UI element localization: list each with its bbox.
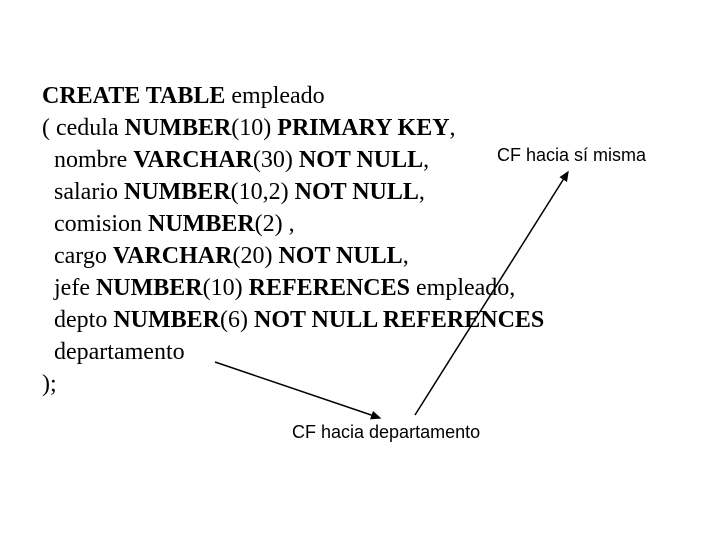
text: (30) xyxy=(253,147,299,173)
text: , xyxy=(423,147,429,173)
annotation-departamento: CF hacia departamento xyxy=(288,420,484,445)
text: , xyxy=(450,115,456,141)
text: depto xyxy=(42,307,113,333)
keyword: NOT NULL xyxy=(278,243,402,269)
text: comision xyxy=(42,211,148,237)
code-line-3: nombre VARCHAR(30) NOT NULL, xyxy=(42,147,429,173)
keyword: VARCHAR xyxy=(133,147,253,173)
text: (10,2) xyxy=(231,179,295,205)
code-line-10: ); xyxy=(42,371,57,397)
text: cargo xyxy=(42,243,113,269)
code-line-6: cargo VARCHAR(20) NOT NULL, xyxy=(42,243,409,269)
keyword: NOT NULL xyxy=(295,179,419,205)
code-line-4: salario NUMBER(10,2) NOT NULL, xyxy=(42,179,425,205)
code-line-1: CREATE TABLE empleado xyxy=(42,83,325,109)
code-line-5: comision NUMBER(2) , xyxy=(42,211,295,237)
text: empleado xyxy=(225,83,324,109)
text: empleado, xyxy=(410,275,515,301)
text: (2) , xyxy=(255,211,295,237)
code-line-2: ( cedula NUMBER(10) PRIMARY KEY, xyxy=(42,115,456,141)
text: , xyxy=(419,179,425,205)
text: (10) xyxy=(203,275,249,301)
keyword: REFERENCES xyxy=(249,275,410,301)
text: salario xyxy=(42,179,124,205)
keyword: NUMBER xyxy=(125,115,232,141)
keyword: VARCHAR xyxy=(113,243,233,269)
code-line-8: depto NUMBER(6) NOT NULL REFERENCES xyxy=(42,307,544,333)
text: (20) xyxy=(232,243,278,269)
keyword: CREATE TABLE xyxy=(42,83,225,109)
keyword: NOT NULL xyxy=(299,147,423,173)
keyword: NUMBER xyxy=(148,211,255,237)
keyword: NUMBER xyxy=(113,307,220,333)
keyword: PRIMARY KEY xyxy=(277,115,449,141)
text: nombre xyxy=(42,147,133,173)
code-line-7: jefe NUMBER(10) REFERENCES empleado, xyxy=(42,275,515,301)
annotation-self-ref: CF hacia sí misma xyxy=(493,143,650,168)
sql-code-block: CREATE TABLE empleado ( cedula NUMBER(10… xyxy=(42,80,544,400)
text: ( cedula xyxy=(42,115,125,141)
text: , xyxy=(403,243,409,269)
keyword: NOT NULL REFERENCES xyxy=(254,307,544,333)
keyword: NUMBER xyxy=(124,179,231,205)
keyword: NUMBER xyxy=(96,275,203,301)
text: departamento xyxy=(42,339,185,365)
text: (10) xyxy=(231,115,277,141)
code-line-9: departamento xyxy=(42,339,185,365)
text: (6) xyxy=(220,307,254,333)
text: ); xyxy=(42,371,57,397)
text: jefe xyxy=(42,275,96,301)
